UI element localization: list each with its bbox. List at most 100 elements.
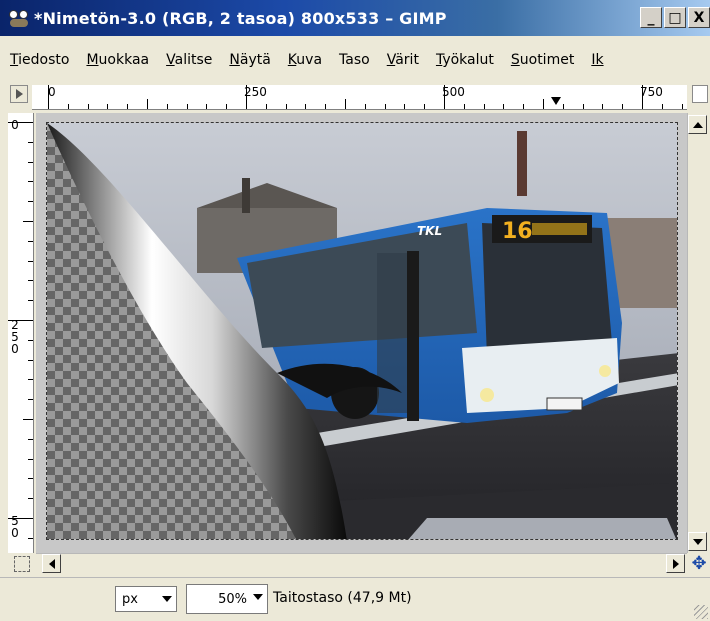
scroll-left-button[interactable] xyxy=(42,554,61,573)
menu-ikkunat[interactable]: Ik xyxy=(591,52,603,68)
ruler-tick xyxy=(28,538,33,539)
scroll-right-button[interactable] xyxy=(666,554,685,573)
ruler-tick xyxy=(147,99,148,109)
ruler-tick xyxy=(28,379,33,380)
ruler-tick xyxy=(563,104,564,109)
navigate-cross-icon[interactable]: ✥ xyxy=(690,553,708,574)
ruler-tick xyxy=(48,85,49,109)
bus-photo: 16 TKL xyxy=(47,123,677,539)
ruler-tick xyxy=(424,104,425,109)
menu-taso[interactable]: Taso xyxy=(339,52,370,68)
unit-select[interactable]: px xyxy=(115,586,177,612)
ruler-tick xyxy=(206,104,207,109)
svg-text:16: 16 xyxy=(502,219,533,244)
title-bar: *Nimetön-3.0 (RGB, 2 tasoa) 800x533 – GI… xyxy=(0,0,710,36)
ruler-tick xyxy=(28,498,33,499)
arrow-right-icon xyxy=(672,558,679,569)
image-layer[interactable]: 16 TKL xyxy=(46,122,678,540)
scroll-down-button[interactable] xyxy=(688,532,707,551)
ruler-tick xyxy=(28,360,33,361)
menu-suotimet[interactable]: Suotimet xyxy=(511,52,574,68)
horizontal-scrollbar[interactable] xyxy=(36,553,687,574)
pointer-marker xyxy=(551,97,561,105)
menu-varit[interactable]: Värit xyxy=(387,52,419,68)
ruler-tick xyxy=(187,104,188,109)
zoom-icon[interactable] xyxy=(692,85,708,103)
ruler-tick xyxy=(622,104,623,109)
ruler-tick xyxy=(286,104,287,109)
ruler-label: 0 xyxy=(48,85,56,99)
ruler-label: 750 xyxy=(640,85,663,99)
close-button[interactable]: X xyxy=(688,7,710,28)
resize-grip-icon[interactable] xyxy=(694,605,708,619)
ruler-tick xyxy=(107,104,108,109)
ruler-tick xyxy=(23,419,33,420)
ruler-tick xyxy=(305,104,306,109)
ruler-tick xyxy=(28,439,33,440)
ruler-tick xyxy=(28,241,33,242)
triangle-right-icon xyxy=(15,89,23,99)
ruler-tick xyxy=(543,99,544,109)
menu-valitse[interactable]: Valitse xyxy=(166,52,212,68)
ruler-tick xyxy=(266,104,267,109)
zoom-select[interactable]: 50% xyxy=(186,584,268,614)
arrow-down-icon xyxy=(692,538,703,545)
ruler-label: 2 5 0 xyxy=(11,318,19,356)
layer-status-text: Taitostaso (47,9 Mt) xyxy=(273,590,412,606)
ruler-tick xyxy=(8,518,33,519)
arrow-up-icon xyxy=(692,121,703,128)
gimp-wilber-icon[interactable] xyxy=(6,7,32,29)
ruler-tick xyxy=(28,399,33,400)
ruler-tick xyxy=(484,104,485,109)
ruler-tick xyxy=(28,340,33,341)
vertical-ruler[interactable]: 0 2 5 0 5 0 xyxy=(8,113,34,553)
ruler-tick xyxy=(503,104,504,109)
menu-tiedosto[interactable]: Tiedosto xyxy=(10,52,69,68)
ruler-tick xyxy=(523,104,524,109)
maximize-button[interactable]: □ xyxy=(664,7,686,28)
ruler-tick xyxy=(662,104,663,109)
ruler-label: 500 xyxy=(442,85,465,99)
ruler-label: 250 xyxy=(244,85,267,99)
vertical-scrollbar[interactable] xyxy=(687,113,708,553)
ruler-tick xyxy=(28,300,33,301)
ruler-tick xyxy=(8,320,33,321)
ruler-tick xyxy=(246,85,247,109)
status-bar: px 50% Taitostaso (47,9 Mt) xyxy=(0,577,710,621)
unit-value: px xyxy=(122,591,138,607)
ruler-tick xyxy=(28,459,33,460)
ruler-tick xyxy=(642,85,643,109)
ruler-tick xyxy=(365,104,366,109)
minimize-button[interactable]: _ xyxy=(640,7,662,28)
menu-bar: Tiedosto Muokkaa Valitse Näytä Kuva Taso… xyxy=(0,46,710,74)
horizontal-ruler[interactable]: 0 250 500 750 xyxy=(32,85,687,110)
ruler-tick xyxy=(404,104,405,109)
ruler-label: 0 xyxy=(11,118,19,132)
ruler-tick xyxy=(682,104,683,109)
svg-text:TKL: TKL xyxy=(417,224,442,238)
ruler-tick xyxy=(28,280,33,281)
ruler-tick xyxy=(583,104,584,109)
ruler-tick xyxy=(226,104,227,109)
ruler-tick xyxy=(167,104,168,109)
image-menu-button[interactable] xyxy=(10,85,28,103)
ruler-tick xyxy=(464,104,465,109)
image-canvas[interactable]: 16 TKL xyxy=(36,113,687,553)
ruler-tick xyxy=(385,104,386,109)
menu-muokkaa[interactable]: Muokkaa xyxy=(86,52,149,68)
menu-tyokalut[interactable]: Työkalut xyxy=(436,52,494,68)
arrow-left-icon xyxy=(48,558,55,569)
ruler-tick xyxy=(28,201,33,202)
ruler-tick xyxy=(28,142,33,143)
ruler-tick xyxy=(444,85,445,109)
ruler-tick xyxy=(325,104,326,109)
ruler-tick xyxy=(602,104,603,109)
menu-kuva[interactable]: Kuva xyxy=(288,52,322,68)
quick-mask-icon[interactable] xyxy=(14,556,30,572)
scroll-up-button[interactable] xyxy=(688,115,707,134)
ruler-tick xyxy=(68,104,69,109)
ruler-tick xyxy=(28,478,33,479)
chevron-down-icon xyxy=(253,594,263,600)
chevron-down-icon xyxy=(162,596,172,602)
menu-nayta[interactable]: Näytä xyxy=(229,52,270,68)
